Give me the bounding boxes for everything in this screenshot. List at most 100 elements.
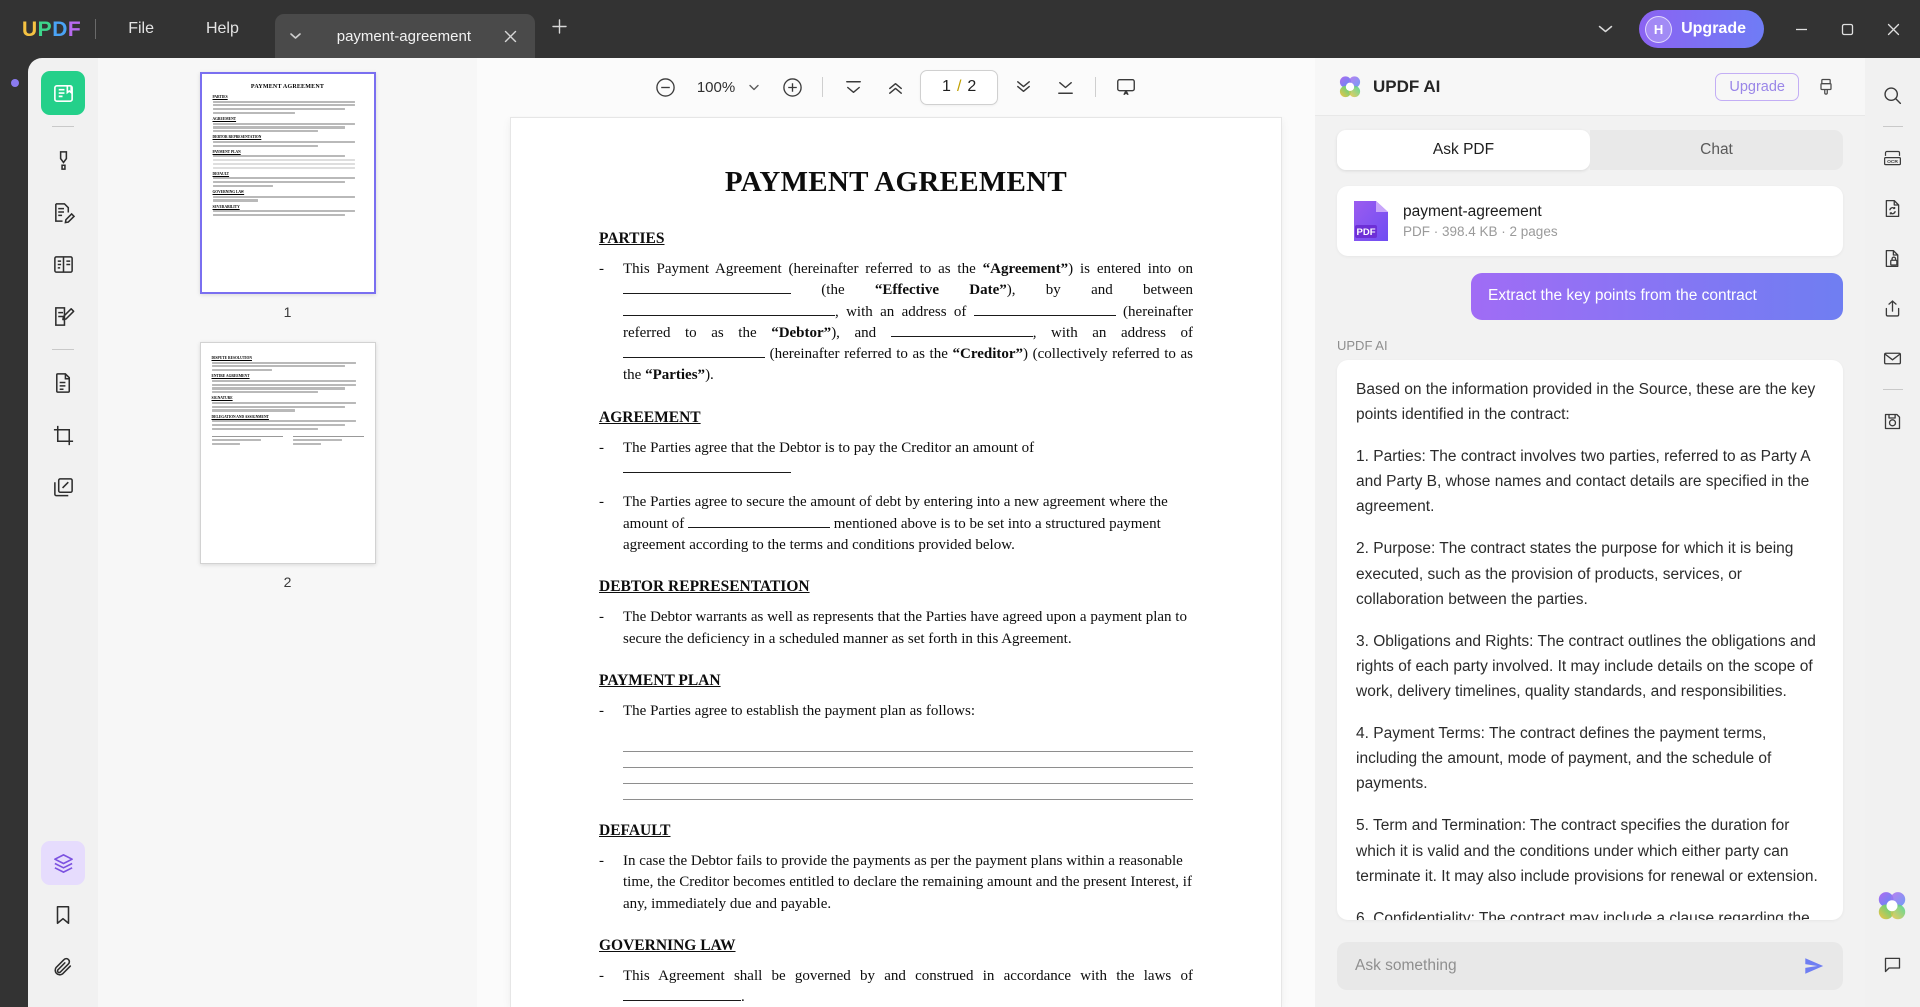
brush-icon[interactable] (1807, 68, 1845, 106)
page-total: 2 (967, 78, 977, 95)
section-heading-debtor-representation: DEBTOR REPRESENTATION (599, 578, 810, 596)
sidebar-tool-page-organize[interactable] (41, 361, 85, 405)
tool-sidebar-bottom (41, 837, 85, 1007)
menu-file[interactable]: File (102, 0, 180, 58)
zoom-level-value: 100% (696, 78, 736, 96)
close-icon[interactable] (499, 24, 523, 48)
zoom-out-icon[interactable] (645, 66, 687, 108)
toolbar-divider (822, 77, 824, 97)
menu-help[interactable]: Help (180, 0, 265, 58)
section-heading-payment-plan: PAYMENT PLAN (599, 671, 721, 689)
page-scroll-area[interactable]: PAYMENT AGREEMENT PARTIES - This Payment… (477, 116, 1315, 1007)
right-tool-search[interactable] (1873, 75, 1913, 115)
tab-chat[interactable]: Chat (1590, 130, 1843, 170)
svg-text:PDF: PDF (1357, 227, 1376, 238)
sidebar-tool-form[interactable] (41, 242, 85, 286)
document-bullet: - The Parties agree to secure the amount… (599, 492, 1193, 556)
bullet-dash: - (599, 853, 604, 870)
ask-input[interactable] (1355, 957, 1797, 975)
sidebar-tool-layers[interactable] (41, 841, 85, 885)
thumbnail-page-2-label: 2 (283, 574, 292, 590)
assistant-paragraph: 4. Payment Terms: The contract defines t… (1356, 725, 1772, 793)
titlebar-right-group: H Upgrade (1585, 0, 1920, 58)
document-bullet: - In case the Debtor fails to provide th… (599, 851, 1193, 915)
new-tab-button[interactable] (543, 9, 577, 43)
sidebar-tool-bookmark[interactable] (41, 893, 85, 937)
page-separator: / (956, 78, 962, 95)
sidebar-tool-highlight[interactable] (41, 138, 85, 182)
user-message-bubble: Extract the key points from the contract (1471, 273, 1843, 320)
bullet-text: The Parties agree to secure the amount o… (623, 494, 1168, 553)
document-tab-title: payment-agreement (336, 27, 471, 45)
right-tool-protect[interactable] (1873, 238, 1913, 278)
page-number-input[interactable]: 1 / 2 (920, 69, 999, 105)
right-tool-ocr[interactable]: OCR (1873, 138, 1913, 178)
assistant-paragraph: 6. Confidentiality: The contract may inc… (1356, 909, 1810, 920)
close-icon[interactable] (1870, 0, 1916, 58)
zoom-level-display[interactable]: 100% (687, 79, 771, 96)
prev-page-icon[interactable] (874, 66, 916, 108)
right-tool-save[interactable] (1873, 401, 1913, 441)
assistant-message-bubble: Based on the information provided in the… (1337, 359, 1843, 920)
right-tool-comment[interactable] (1873, 944, 1913, 984)
tab-ask-pdf[interactable]: Ask PDF (1337, 130, 1590, 170)
thumbnail-page-2-preview: DISPUTE RESOLUTION ENTIRE AGREEMENT SIGN… (201, 343, 375, 456)
tool-divider (52, 349, 74, 350)
right-tool-ai-assistant[interactable] (1875, 889, 1911, 925)
bullet-dash: - (599, 702, 604, 719)
sidebar-tool-annotate[interactable] (41, 294, 85, 338)
updf-application-window: UPDF File Help payment-agreement H Upgra… (0, 0, 1920, 1007)
chevron-down-icon[interactable] (1585, 8, 1625, 50)
sidebar-tool-attachment[interactable] (41, 945, 85, 989)
sidebar-tool-crop[interactable] (41, 413, 85, 457)
svg-text:OCR: OCR (1887, 159, 1898, 165)
sidebar-tool-edit-pdf[interactable] (41, 190, 85, 234)
attached-file-meta: PDF · 398.4 KB · 2 pages (1403, 224, 1558, 239)
titlebar-divider (95, 19, 97, 39)
thumbnail-page-2[interactable]: DISPUTE RESOLUTION ENTIRE AGREEMENT SIGN… (199, 342, 376, 564)
next-page-icon[interactable] (1002, 66, 1044, 108)
sidebar-tool-batch[interactable] (41, 465, 85, 509)
tool-divider (52, 126, 74, 127)
bullet-text: The Parties agree to establish the payme… (623, 702, 975, 719)
ai-upgrade-button[interactable]: Upgrade (1715, 72, 1799, 101)
page-current: 1 (942, 78, 951, 95)
maximize-icon[interactable] (1824, 0, 1870, 58)
upgrade-button[interactable]: H Upgrade (1639, 10, 1764, 48)
attached-file-card[interactable]: PDF payment-agreement PDF · 398.4 KB · 2… (1337, 186, 1843, 256)
right-tool-convert[interactable] (1873, 188, 1913, 228)
right-rail-bottom (1873, 889, 1913, 1007)
updf-logo: UPDF (22, 17, 82, 41)
right-tool-email[interactable] (1873, 338, 1913, 378)
section-heading-default: DEFAULT (599, 822, 671, 840)
status-dot (11, 79, 19, 87)
section-heading-governing-law: GOVERNING LAW (599, 937, 736, 955)
rail-divider (1882, 126, 1903, 127)
ai-input-footer (1315, 925, 1865, 1007)
thumbnail-panel[interactable]: PAYMENT AGREEMENT PARTIES AGREEMENT DEBT… (98, 58, 477, 1007)
pdf-file-icon: PDF (1352, 199, 1390, 243)
chevron-down-icon[interactable] (283, 23, 309, 49)
send-icon[interactable] (1797, 949, 1831, 983)
document-tab[interactable]: payment-agreement (274, 14, 535, 58)
right-tool-share[interactable] (1873, 288, 1913, 328)
last-page-icon[interactable] (1044, 66, 1086, 108)
assistant-paragraph: 3. Obligations and Rights: The contract … (1356, 632, 1816, 701)
sidebar-tool-reader[interactable] (41, 71, 85, 115)
document-bullet: - The Debtor warrants as well as represe… (599, 607, 1193, 650)
first-page-icon[interactable] (832, 66, 874, 108)
payment-plan-blank-lines (623, 736, 1193, 801)
chevron-down-icon[interactable] (741, 84, 767, 91)
pdf-page-1: PAYMENT AGREEMENT PARTIES - This Payment… (511, 118, 1281, 1007)
presentation-icon[interactable] (1105, 66, 1147, 108)
thumbnail-page-1-preview: PAYMENT AGREEMENT PARTIES AGREEMENT DEBT… (202, 74, 374, 228)
minimize-icon[interactable] (1778, 0, 1824, 58)
thumbnail-page-1[interactable]: PAYMENT AGREEMENT PARTIES AGREEMENT DEBT… (199, 72, 376, 294)
ask-input-bar[interactable] (1337, 942, 1843, 990)
assistant-paragraph: 5. Term and Termination: The contract sp… (1356, 817, 1818, 885)
zoom-in-icon[interactable] (771, 66, 813, 108)
document-bullet: - The Parties agree to establish the pay… (599, 701, 1193, 722)
ai-conversation[interactable]: PDF payment-agreement PDF · 398.4 KB · 2… (1315, 170, 1865, 925)
tool-sidebar (28, 58, 98, 1007)
updf-flower-icon (1337, 74, 1363, 100)
